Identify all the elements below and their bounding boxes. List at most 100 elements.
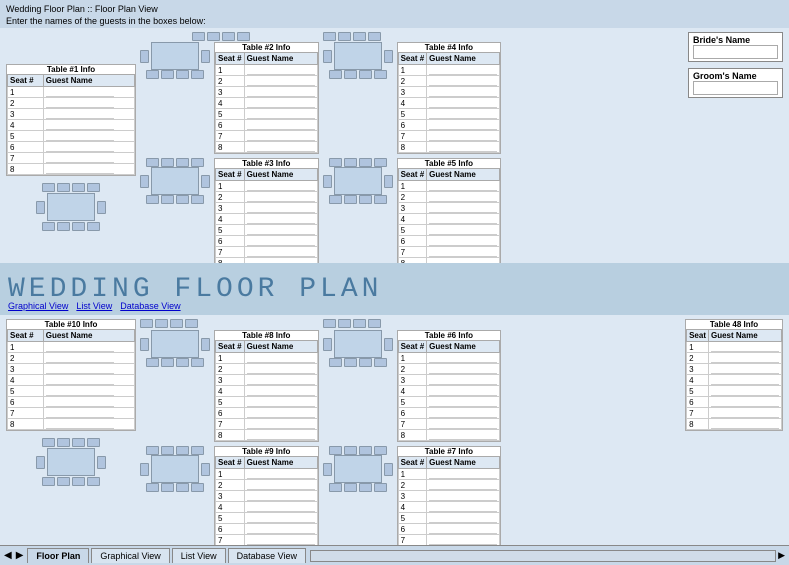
tab-arrow-right[interactable]: ▶ (16, 550, 24, 561)
table9-seat5-input[interactable] (247, 513, 315, 523)
table8-seat2-input[interactable] (247, 364, 315, 374)
table4-seat4-input[interactable] (429, 98, 497, 108)
table48-seat7-input[interactable] (711, 408, 779, 418)
table9-seat7-input[interactable] (247, 535, 315, 545)
nav-database[interactable]: Database View (120, 301, 180, 311)
table2-seat2-input[interactable] (247, 76, 315, 86)
table2-seat4-input[interactable] (247, 98, 315, 108)
table4-seat6-input[interactable] (429, 120, 497, 130)
table9-seat2-input[interactable] (247, 480, 315, 490)
table7-seat5-input[interactable] (429, 513, 497, 523)
table10-seat6-input[interactable] (46, 397, 114, 407)
table4-grid: Seat # Guest Name 12345678 (398, 52, 501, 153)
tab-list-view[interactable]: List View (172, 548, 226, 563)
table1-seat7-input[interactable] (46, 153, 114, 163)
table5-seat6-input[interactable] (429, 236, 497, 246)
table5-seat2-input[interactable] (429, 192, 497, 202)
table48-seat6-input[interactable] (711, 397, 779, 407)
table1-seat1-input[interactable] (46, 87, 114, 97)
table48-seat5-input[interactable] (711, 386, 779, 396)
table48-seat1-input[interactable] (711, 342, 779, 352)
table6-seat1-input[interactable] (429, 353, 497, 363)
col-2-3: Table #2 Info Seat # Guest Name 12345678 (140, 32, 319, 259)
table10-seat7-input[interactable] (46, 408, 114, 418)
table1-seat5-input[interactable] (46, 131, 114, 141)
table7-seat1-input[interactable] (429, 469, 497, 479)
table9-seat4-input[interactable] (247, 502, 315, 512)
table7-seat3-input[interactable] (429, 491, 497, 501)
table8-seat5-input[interactable] (247, 397, 315, 407)
table8-seat6-input[interactable] (247, 408, 315, 418)
table6-seat3-input[interactable] (429, 375, 497, 385)
table48-seat4-input[interactable] (711, 375, 779, 385)
table7-seat4-input[interactable] (429, 502, 497, 512)
table5-seat1-input[interactable] (429, 181, 497, 191)
table8-seat3-input[interactable] (247, 375, 315, 385)
tab-arrow-left[interactable]: ◀ (4, 550, 12, 561)
table3-seat2-input[interactable] (247, 192, 315, 202)
table6-seat4-input[interactable] (429, 386, 497, 396)
bride-input[interactable] (693, 45, 778, 59)
table1-seat8-input[interactable] (46, 164, 114, 174)
nav-graphical[interactable]: Graphical View (8, 301, 68, 311)
groom-input[interactable] (693, 81, 778, 95)
table6-seat7-input[interactable] (429, 419, 497, 429)
tab-graphical-view[interactable]: Graphical View (91, 548, 169, 563)
table4-seat3-input[interactable] (429, 87, 497, 97)
table7-seat6-input[interactable] (429, 524, 497, 534)
table8-seat8-input[interactable] (247, 430, 315, 440)
table8-seat4-input[interactable] (247, 386, 315, 396)
table7-seat2-input[interactable] (429, 480, 497, 490)
table6-seat6-input[interactable] (429, 408, 497, 418)
table5-seat7-input[interactable] (429, 247, 497, 257)
nav-list[interactable]: List View (76, 301, 112, 311)
table5-seat3-input[interactable] (429, 203, 497, 213)
table8-seat7-input[interactable] (247, 419, 315, 429)
table6-seat8-input[interactable] (429, 430, 497, 440)
table8-seat1-input[interactable] (247, 353, 315, 363)
table48-seat8-input[interactable] (711, 419, 779, 429)
table2-seat1-input[interactable] (247, 65, 315, 75)
horizontal-scrollbar[interactable] (310, 550, 776, 562)
table1-seat4-input[interactable] (46, 120, 114, 130)
table10-seat1-input[interactable] (46, 342, 114, 352)
table3-seat7-input[interactable] (247, 247, 315, 257)
table3-seat3-input[interactable] (247, 203, 315, 213)
table2-seat7-input[interactable] (247, 131, 315, 141)
table4-seat2-input[interactable] (429, 76, 497, 86)
table48-seat3-input[interactable] (711, 364, 779, 374)
table3-seat5-input[interactable] (247, 225, 315, 235)
table48-seat2-input[interactable] (711, 353, 779, 363)
table9-seat1-input[interactable] (247, 469, 315, 479)
table2-seat8-input[interactable] (247, 142, 315, 152)
table3-seat1-input[interactable] (247, 181, 315, 191)
table9-seat6-input[interactable] (247, 524, 315, 534)
table2-seat6-input[interactable] (247, 120, 315, 130)
table9-seat3-input[interactable] (247, 491, 315, 501)
table10-seat5-input[interactable] (46, 386, 114, 396)
table4-seat8-input[interactable] (429, 142, 497, 152)
table3-seat4-input[interactable] (247, 214, 315, 224)
tab-database-view[interactable]: Database View (228, 548, 306, 563)
table5-seat4-input[interactable] (429, 214, 497, 224)
table10-seat8-input[interactable] (46, 419, 114, 429)
table10-seat2-input[interactable] (46, 353, 114, 363)
table6-seat2-input[interactable] (429, 364, 497, 374)
table5-seat5-input[interactable] (429, 225, 497, 235)
table1-seat6-input[interactable] (46, 142, 114, 152)
table4-seat5-input[interactable] (429, 109, 497, 119)
scroll-end[interactable]: ▶ (778, 550, 785, 561)
table6-seat5-input[interactable] (429, 397, 497, 407)
table3-seat6-input[interactable] (247, 236, 315, 246)
table10-seat4-input[interactable] (46, 375, 114, 385)
guest-name-cell (709, 386, 782, 397)
table2-seat5-input[interactable] (247, 109, 315, 119)
table4-seat7-input[interactable] (429, 131, 497, 141)
table4-seat1-input[interactable] (429, 65, 497, 75)
table1-seat2-input[interactable] (46, 98, 114, 108)
table10-seat3-input[interactable] (46, 364, 114, 374)
tab-floor-plan[interactable]: Floor Plan (27, 548, 89, 563)
table2-seat3-input[interactable] (247, 87, 315, 97)
table1-seat3-input[interactable] (46, 109, 114, 119)
table7-seat7-input[interactable] (429, 535, 497, 545)
